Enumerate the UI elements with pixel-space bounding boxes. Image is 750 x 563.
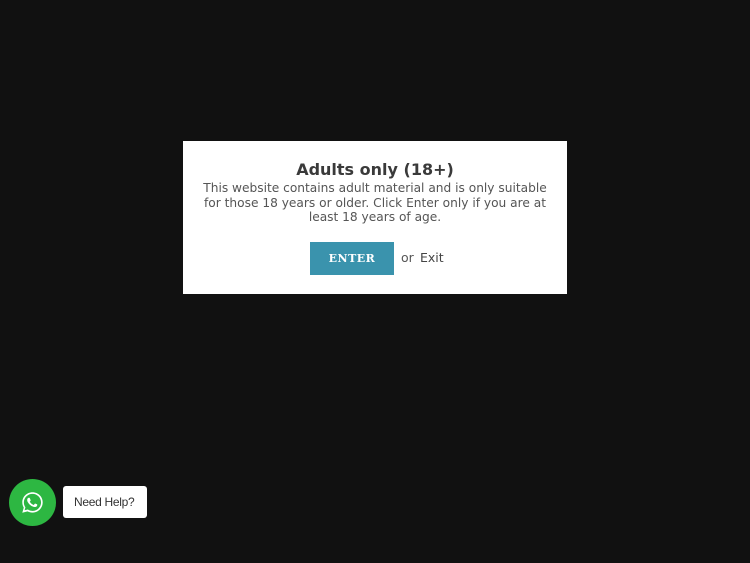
exit-link[interactable]: Exit [420, 250, 444, 265]
modal-message: This website contains adult material and… [203, 181, 547, 224]
need-help-bubble[interactable]: Need Help? [63, 486, 147, 518]
enter-button[interactable]: ENTER [310, 242, 394, 275]
whatsapp-chat-button[interactable] [9, 479, 56, 526]
age-verification-modal: Adults only (18+) This website contains … [183, 141, 567, 294]
or-separator: or [401, 250, 414, 265]
whatsapp-icon [22, 492, 43, 513]
modal-title: Adults only (18+) [296, 160, 454, 179]
modal-actions: ENTER or Exit [183, 242, 567, 275]
